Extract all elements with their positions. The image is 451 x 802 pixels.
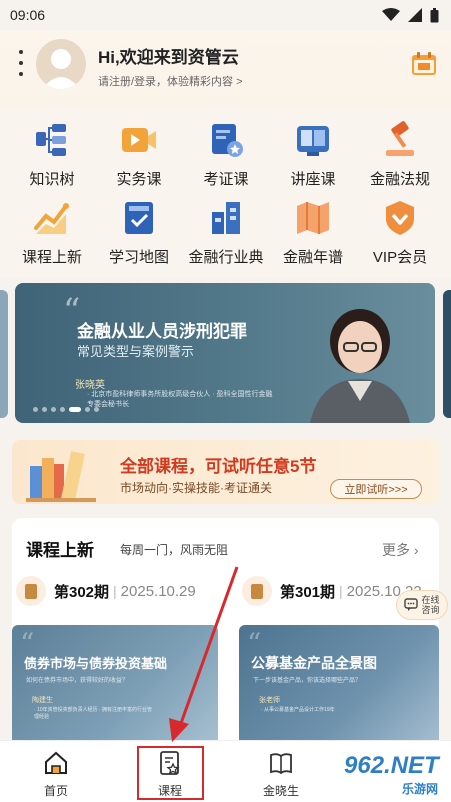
grid-item-regulations[interactable]: 金融法规 bbox=[355, 116, 445, 191]
course-title: 公募基金产品全景图 bbox=[251, 655, 377, 671]
watermark-sub: 乐游网 bbox=[402, 782, 439, 796]
books-illustration bbox=[26, 451, 96, 502]
banner-speaker: 张晓英 bbox=[75, 380, 105, 391]
grid-item-lecture[interactable]: 讲座课 bbox=[268, 116, 358, 191]
yearbook-map-icon bbox=[297, 202, 329, 234]
try-now-button[interactable]: 立即试听>>> bbox=[330, 479, 422, 499]
course-subtitle: 如何在债券市场中，获得较好的收益？ bbox=[26, 678, 129, 684]
tab-label: 首页 bbox=[43, 784, 68, 798]
carousel-next-peek[interactable] bbox=[443, 290, 451, 418]
greeting-title: Hi,欢迎来到资管云 bbox=[98, 48, 239, 67]
new-courses-section: 课程上新 每周一门，风雨无阻 更多 › 第302期 | 2025.10.29 第… bbox=[12, 518, 439, 749]
issue-header-302[interactable]: 第302期 | 2025.10.29 bbox=[16, 576, 196, 606]
grid-item-label: 知识树 bbox=[29, 171, 75, 188]
banner-speaker-desc: · 北京市盈科律师事务所股权高级合伙人 · 盈科全国性行金融专委会秘书长 bbox=[87, 391, 273, 408]
speaker-photo bbox=[310, 309, 410, 423]
highlight-box bbox=[137, 746, 204, 800]
banner-subtitle: 常见类型与案例警示 bbox=[77, 344, 195, 359]
gavel-icon bbox=[386, 121, 414, 156]
grid-item-study-map[interactable]: 学习地图 bbox=[94, 194, 184, 269]
online-consult-label: 在线 咨询 bbox=[421, 595, 439, 615]
industry-building-icon bbox=[212, 202, 240, 234]
grid-item-label: 实务课 bbox=[116, 171, 162, 188]
status-bar: 09:06 bbox=[0, 0, 451, 30]
course-card-302[interactable]: “ 债券市场与债券投资基础 如何在债券市场中，获得较好的收益？ 陶建生 · 10… bbox=[12, 625, 218, 749]
course-card-301[interactable]: “ 公募基金产品全景图 下一步该基金产品，你该选择哪些产品？ 张老师 · 从事公… bbox=[239, 625, 439, 749]
carousel-indicator bbox=[33, 407, 99, 412]
certificate-icon bbox=[212, 124, 243, 157]
issue-separator: | bbox=[339, 583, 343, 599]
video-play-icon bbox=[122, 128, 156, 152]
more-link[interactable]: 更多 › bbox=[382, 540, 419, 560]
issue-header-301[interactable]: 第301期 | 2025.10.22 bbox=[242, 576, 422, 606]
course-subtitle: 下一步该基金产品，你该选择哪些产品？ bbox=[253, 678, 362, 684]
issue-date: 2025.10.29 bbox=[120, 582, 196, 600]
book-icon bbox=[270, 753, 292, 775]
calendar-icon[interactable] bbox=[410, 50, 438, 78]
banner-carousel[interactable]: “ 金融从业人员涉刑犯罪 常见类型与案例警示 张晓英 · 北京市盈科律师事务所股… bbox=[15, 283, 435, 423]
trial-promo-banner[interactable]: 全部课程，可试听任意5节 市场动向·实操技能·考证通关 立即试听>>> bbox=[12, 440, 439, 504]
grid-item-label: 学习地图 bbox=[108, 249, 169, 266]
grid-item-yearbook[interactable]: 金融年谱 bbox=[268, 194, 358, 269]
avatar[interactable] bbox=[36, 39, 86, 89]
vip-badge-icon bbox=[386, 201, 414, 235]
issue-separator: | bbox=[113, 583, 117, 599]
grid-item-label: 讲座课 bbox=[290, 171, 336, 188]
watermark-brand: 962.NET bbox=[344, 752, 439, 779]
grid-item-label: 金融年谱 bbox=[282, 249, 343, 266]
battery-icon bbox=[430, 7, 439, 22]
issue-book-icon bbox=[16, 576, 46, 606]
promo-title: 全部课程，可试听任意5节 bbox=[120, 457, 317, 476]
user-header: Hi,欢迎来到资管云 请注册/登录，体验精彩内容 > bbox=[0, 30, 451, 108]
knowledge-tree-icon bbox=[36, 124, 66, 156]
grid-item-practice[interactable]: 实务课 bbox=[94, 116, 184, 191]
online-consult-line: 在线 bbox=[421, 595, 440, 605]
grid-item-label: VIP会员 bbox=[372, 249, 428, 266]
lecture-book-icon bbox=[297, 126, 329, 156]
course-title: 债券市场与债券投资基础 bbox=[24, 656, 168, 671]
study-map-icon bbox=[125, 202, 153, 234]
issue-book-icon bbox=[242, 576, 272, 606]
grid-item-label: 金融行业典 bbox=[188, 249, 264, 266]
signal-icon bbox=[408, 8, 422, 22]
status-icons bbox=[382, 7, 439, 23]
trend-chart-icon bbox=[34, 203, 69, 234]
site-watermark: 962.NET 乐游网 bbox=[310, 748, 450, 798]
grid-item-label: 金融法规 bbox=[369, 171, 430, 188]
course-speaker-desc: · 10年资管投资部负责人经历 · 拥有注册丰富的行业管理经验 bbox=[34, 707, 153, 720]
login-prompt-link[interactable]: 请注册/登录，体验精彩内容 > bbox=[98, 73, 243, 89]
function-grid: 知识树 实务课 考证课 讲座课 金融法规 课程上新 学习地图 金融行业典 金融年… bbox=[0, 108, 451, 278]
status-time: 09:06 bbox=[10, 7, 46, 23]
wifi-icon bbox=[382, 8, 400, 21]
banner-title: 金融从业人员涉刑犯罪 bbox=[77, 322, 247, 341]
tab-label: 金晓生 bbox=[262, 784, 299, 798]
carousel-prev-peek[interactable] bbox=[0, 290, 8, 418]
online-consult-line: 咨询 bbox=[421, 605, 440, 615]
more-menu-icon[interactable] bbox=[18, 50, 24, 76]
online-consult-button[interactable]: 在线 咨询 bbox=[396, 590, 448, 620]
course-speaker-desc: · 从事公募基金产品设计工作19年 bbox=[261, 707, 335, 713]
grid-item-industry[interactable]: 金融行业典 bbox=[181, 194, 271, 269]
course-speaker: 张老师 bbox=[259, 697, 280, 704]
grid-item-vip[interactable]: VIP会员 bbox=[355, 194, 445, 269]
grid-item-label: 课程上新 bbox=[21, 249, 82, 266]
grid-item-knowledge-tree[interactable]: 知识树 bbox=[7, 116, 97, 191]
grid-item-certificate[interactable]: 考证课 bbox=[181, 116, 271, 191]
tab-home[interactable]: 首页 bbox=[11, 741, 101, 802]
course-speaker: 陶建生 bbox=[32, 697, 53, 704]
home-icon bbox=[45, 751, 67, 774]
issue-number: 第301期 bbox=[280, 583, 336, 601]
chat-bubble-icon bbox=[404, 598, 419, 611]
promo-subtitle: 市场动向·实操技能·考证通关 bbox=[120, 481, 272, 495]
section-title: 课程上新 bbox=[26, 541, 94, 560]
section-subtitle: 每周一门，风雨无阻 bbox=[120, 543, 229, 557]
grid-item-label: 考证课 bbox=[203, 171, 249, 188]
grid-item-new-courses[interactable]: 课程上新 bbox=[7, 194, 97, 269]
issue-number: 第302期 bbox=[54, 583, 110, 601]
